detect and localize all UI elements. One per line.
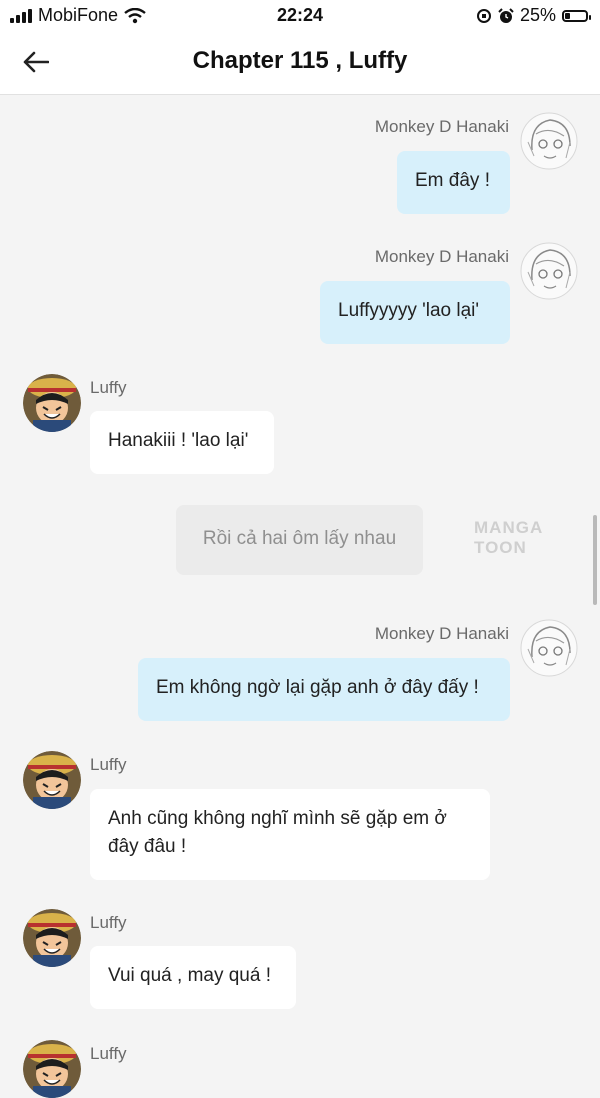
- manga-toon-watermark: MANGA TOON: [474, 518, 543, 557]
- battery-percent: 25%: [519, 5, 556, 25]
- speaker-name: Monkey D Hanaki: [374, 247, 509, 266]
- alarm-icon: [498, 7, 514, 23]
- status-bar: MobiFone 22:24 25%: [0, 0, 600, 32]
- app-header: Chapter 115 , Luffy: [0, 32, 600, 95]
- speaker-name: Luffy: [90, 1044, 127, 1063]
- speaker-name: Luffy: [90, 913, 127, 932]
- message-bubble[interactable]: Anh cũng không nghĩ mình sẽ gặp em ở đây…: [90, 789, 490, 880]
- hanaki-avatar[interactable]: [520, 619, 578, 677]
- message-bubble[interactable]: Luffyyyyy 'lao lại': [320, 281, 510, 344]
- narration-bubble[interactable]: Rồi cả hai ôm lấy nhau: [176, 505, 423, 575]
- message-bubble[interactable]: Vui quá , may quá !: [90, 946, 296, 1009]
- page-title: Chapter 115 , Luffy: [192, 47, 408, 74]
- rotation-lock-icon: [476, 8, 491, 23]
- speaker-name: Luffy: [90, 378, 127, 397]
- luffy-avatar[interactable]: [23, 1040, 81, 1098]
- speaker-name: Luffy: [90, 755, 127, 774]
- message-bubble[interactable]: Hanakiii ! 'lao lại': [90, 411, 274, 474]
- luffy-avatar[interactable]: [23, 374, 81, 432]
- message-bubble[interactable]: Em đây !: [397, 151, 510, 214]
- message-bubble[interactable]: Em không ngờ lại gặp anh ở đây đấy !: [138, 658, 510, 721]
- speaker-name: Monkey D Hanaki: [374, 624, 509, 643]
- status-right: 25%: [476, 5, 591, 26]
- scrollbar-thumb[interactable]: [593, 515, 597, 605]
- luffy-avatar[interactable]: [23, 751, 81, 809]
- hanaki-avatar[interactable]: [520, 242, 578, 300]
- luffy-avatar[interactable]: [23, 909, 81, 967]
- battery-icon: [562, 9, 591, 22]
- speaker-name: Monkey D Hanaki: [374, 117, 509, 136]
- hanaki-avatar[interactable]: [520, 112, 578, 170]
